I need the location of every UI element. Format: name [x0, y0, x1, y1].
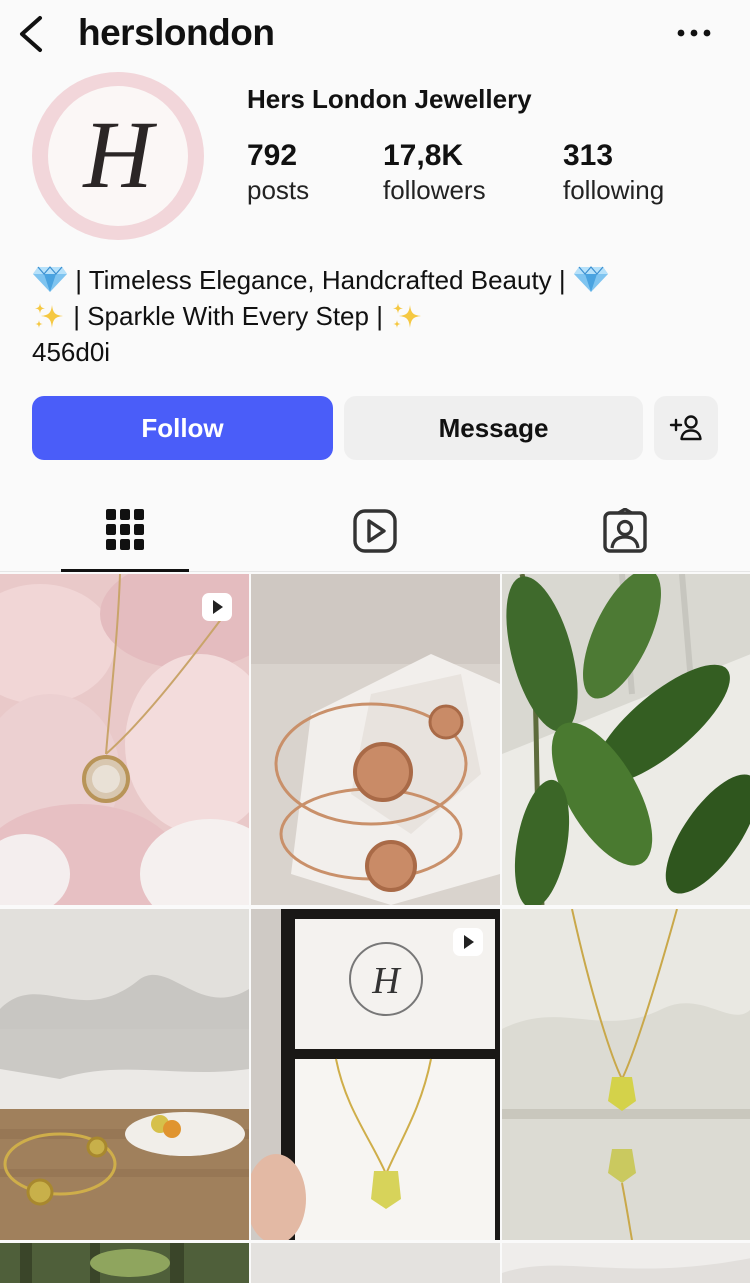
tab-posts-grid[interactable]: [61, 490, 189, 572]
video-icon: [453, 928, 483, 956]
post-thumbnail[interactable]: [502, 909, 750, 1240]
post-image: [251, 574, 500, 905]
tab-tagged[interactable]: [561, 490, 689, 572]
bio-line-1: | Timeless Elegance, Handcrafted Beauty …: [32, 262, 722, 298]
post-thumbnail[interactable]: H: [251, 909, 500, 1240]
tab-reels[interactable]: [311, 490, 439, 572]
post-thumbnail[interactable]: [502, 574, 750, 905]
post-image: [502, 1243, 750, 1283]
bio-line-1-text: | Timeless Elegance, Handcrafted Beauty …: [68, 265, 573, 295]
profile-bio: | Timeless Elegance, Handcrafted Beauty …: [32, 262, 722, 370]
display-name: Hers London Jewellery: [247, 84, 532, 114]
add-person-icon: [669, 415, 702, 441]
video-icon: [202, 593, 232, 621]
tagged-icon: [603, 508, 647, 553]
posts-grid: H: [0, 574, 750, 1283]
grid-icon: [106, 508, 144, 550]
suggested-users-button[interactable]: [654, 396, 718, 460]
bio-line-2: | Sparkle With Every Step |: [32, 298, 722, 334]
post-thumbnail[interactable]: [251, 1243, 500, 1283]
followers-label: followers: [383, 175, 486, 205]
followers-count: 17,8K: [383, 139, 464, 172]
followers-stat[interactable]: 17,8K followers: [383, 138, 486, 206]
post-thumbnail[interactable]: [502, 1243, 750, 1283]
following-count: 313: [563, 139, 614, 172]
post-image: [0, 909, 249, 1240]
back-button[interactable]: [14, 12, 50, 56]
avatar-monogram: H: [83, 100, 153, 208]
post-image: H: [251, 909, 500, 1240]
post-image: [0, 1243, 249, 1283]
post-image: [251, 1243, 500, 1283]
more-options-button[interactable]: [672, 18, 716, 48]
svg-text:H: H: [371, 960, 402, 1002]
bio-line-3: 456d0i: [32, 337, 111, 367]
profile-tabs: [0, 490, 750, 572]
gem-icon: [33, 266, 67, 292]
post-thumbnail[interactable]: [0, 909, 249, 1240]
post-image: [502, 574, 750, 905]
reels-icon: [353, 509, 397, 553]
follow-button[interactable]: Follow: [32, 396, 333, 460]
post-image: [0, 574, 249, 905]
profile-username: herslondon: [78, 12, 275, 53]
sparkles-icon: [35, 303, 63, 328]
top-bar: herslondon: [0, 0, 750, 70]
following-label: following: [563, 175, 665, 205]
bio-line-2-text: | Sparkle With Every Step |: [66, 301, 391, 331]
posts-stat[interactable]: 792 posts: [247, 138, 309, 206]
sparkles-icon: [393, 303, 422, 328]
chevron-left-icon: [20, 16, 42, 52]
post-thumbnail[interactable]: [0, 574, 249, 905]
avatar[interactable]: H: [32, 72, 204, 240]
post-image: [502, 909, 750, 1240]
gem-icon: [573, 266, 608, 292]
more-icon: [677, 29, 711, 37]
posts-label: posts: [247, 175, 310, 205]
posts-count: 792: [247, 139, 298, 172]
post-thumbnail[interactable]: [0, 1243, 249, 1283]
following-stat[interactable]: 313 following: [563, 138, 664, 206]
post-thumbnail[interactable]: [251, 574, 500, 905]
avatar-logo: H: [48, 86, 188, 226]
message-button[interactable]: Message: [344, 396, 643, 460]
